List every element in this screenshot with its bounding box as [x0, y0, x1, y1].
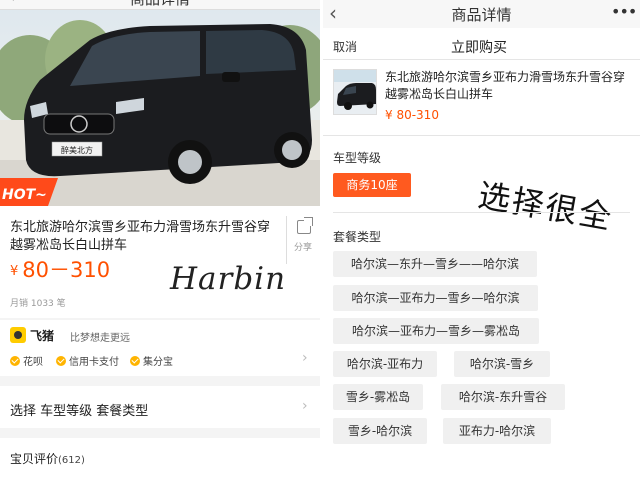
package-type-title: 套餐类型	[333, 230, 382, 244]
monthly-sales: 月销 1033 笔	[10, 299, 66, 309]
car-level-option-selected[interactable]: 商务10座	[333, 173, 411, 197]
buy-bar: 取消 立即购买	[323, 30, 640, 60]
package-option[interactable]: 哈尔滨-亚布力	[333, 351, 437, 377]
package-option[interactable]: 雪乡-雾凇岛	[333, 384, 423, 410]
package-option[interactable]: 亚布力-哈尔滨	[443, 418, 551, 444]
payment-option-credit-card: 信用卡支付	[56, 353, 119, 368]
package-option[interactable]: 哈尔滨-东升雪谷	[441, 384, 565, 410]
section-divider	[333, 212, 630, 213]
share-icon	[297, 217, 313, 234]
van-thumbnail-icon	[334, 70, 376, 110]
selected-product: 东北旅游哈尔滨雪乡亚布力滑雪场东升雪谷穿越雾凇岛长白山拼车 ¥ 80-310	[323, 61, 640, 136]
chevron-right-icon: ›	[302, 398, 308, 414]
payment-section[interactable]: 飞猪 比梦想走更远 花呗 信用卡支付 集分宝 ›	[0, 320, 320, 376]
price-currency: ¥	[10, 264, 19, 279]
share-label: 分享	[294, 243, 313, 253]
check-circle-icon	[56, 356, 66, 366]
brand-name: 飞猪	[30, 329, 55, 343]
package-option[interactable]: 雪乡-哈尔滨	[333, 418, 427, 444]
left-header: ‹ 商品详情	[0, 0, 320, 10]
package-option[interactable]: 哈尔滨—东升—雪乡——哈尔滨	[333, 251, 537, 277]
van-photo: 醉美北方	[0, 10, 320, 206]
select-options-label: 选择 车型等级 套餐类型	[10, 404, 149, 419]
check-circle-icon	[10, 356, 20, 366]
reviews-count: (612)	[58, 455, 85, 466]
product-thumbnail	[333, 69, 377, 115]
more-dots-icon[interactable]: •••	[611, 2, 637, 21]
brand-slogan: 比梦想走更远	[70, 333, 130, 344]
product-price: ¥ 80-310	[385, 108, 439, 122]
page-title: 商品详情	[451, 6, 512, 24]
handwritten-note: 选择很全	[475, 175, 616, 237]
package-option[interactable]: 哈尔滨-雪乡	[454, 351, 550, 377]
product-info: 东北旅游哈尔滨雪乡亚布力滑雪场东升雪谷穿越雾凇岛长白山拼车 分享 ¥80－310…	[0, 206, 320, 318]
price-value: 80－310	[22, 258, 111, 282]
package-option[interactable]: 哈尔滨—亚布力—雪乡—哈尔滨	[333, 285, 538, 311]
harbin-overlay-text: Harbin	[170, 261, 287, 297]
payment-option-huabei: 花呗	[10, 353, 43, 368]
chevron-right-icon: ›	[302, 350, 308, 366]
product-price: ¥80－310	[10, 254, 110, 284]
payment-option-jifenbao: 集分宝	[130, 353, 173, 368]
select-options-row[interactable]: 选择 车型等级 套餐类型 ›	[0, 386, 320, 428]
plate-text: 醉美北方	[61, 145, 93, 155]
right-screenshot: ‹ 商品详情 ••• 取消 立即购买 东北旅游哈尔滨雪乡亚布力滑雪场东升雪谷穿越…	[323, 0, 640, 480]
cancel-button[interactable]: 取消	[333, 38, 357, 55]
buy-now-button[interactable]: 立即购买	[451, 37, 507, 57]
right-header: ‹ 商品详情 •••	[323, 0, 640, 28]
check-circle-icon	[130, 356, 140, 366]
fliggy-logo-icon	[10, 327, 26, 343]
reviews-label: 宝贝评价(612)	[10, 452, 85, 466]
share-button[interactable]: 分享	[286, 216, 320, 264]
hot-tag: HOT~	[2, 187, 47, 203]
product-title: 东北旅游哈尔滨雪乡亚布力滑雪场东升雪谷穿越雾凇岛长白山拼车	[385, 70, 626, 101]
car-level-title: 车型等级	[333, 151, 382, 165]
product-hero-image[interactable]: 醉美北方	[0, 10, 320, 206]
product-title: 东北旅游哈尔滨雪乡亚布力滑雪场东升雪谷穿越雾凇岛长白山拼车	[10, 220, 271, 253]
page-title: 商品详情	[0, 0, 320, 9]
package-option[interactable]: 哈尔滨—亚布力—雪乡—雾凇岛	[333, 318, 539, 344]
reviews-row[interactable]: 宝贝评价(612)	[0, 438, 320, 480]
left-screenshot: ‹ 商品详情	[0, 0, 320, 480]
